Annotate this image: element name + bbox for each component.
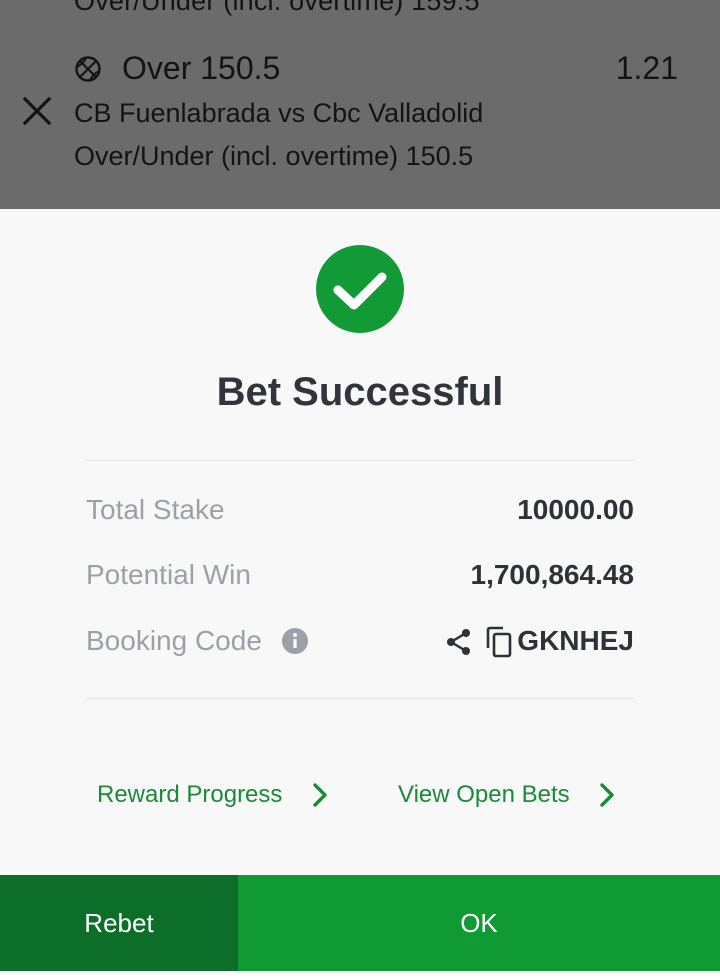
rebet-label: Rebet [84, 907, 154, 938]
chevron-right-icon [600, 783, 614, 807]
potential-win-label: Potential Win [86, 559, 251, 590]
bet-success-sheet: Bet Successful Total Stake 10000.00 Pote… [0, 209, 720, 875]
check-circle-icon [316, 245, 404, 333]
market-name: Over/Under (incl. overtime) 150.5 [74, 141, 474, 171]
close-icon[interactable] [22, 96, 52, 126]
selection-name: Over 150.5 [122, 50, 281, 86]
share-icon[interactable] [444, 627, 474, 657]
bet-success-screen: Over/Under (incl. overtime) 159.5 Over 1… [0, 0, 720, 979]
booking-code-value[interactable]: GKNHEJ [517, 625, 634, 657]
info-icon[interactable] [282, 628, 308, 654]
divider [86, 698, 634, 699]
total-stake-row: Total Stake 10000.00 [86, 494, 634, 534]
previous-market-text: Over/Under (incl. overtime) 159.5 [74, 0, 480, 16]
booking-code-label: Booking Code [86, 625, 262, 656]
selection-row: Over 150.5 1.21 [74, 50, 684, 90]
potential-win-row: Potential Win 1,700,864.48 [86, 559, 634, 599]
copy-icon[interactable] [484, 626, 514, 658]
total-stake-value: 10000.00 [517, 494, 634, 525]
selection-odds: 1.21 [615, 50, 678, 86]
page-title: Bet Successful [216, 370, 504, 414]
reward-progress-label: Reward Progress [97, 781, 283, 808]
ok-button[interactable]: OK [238, 875, 720, 971]
divider [86, 460, 634, 461]
betslip-backdrop: Over/Under (incl. overtime) 159.5 Over 1… [0, 0, 720, 209]
basketball-icon [75, 56, 101, 82]
total-stake-label: Total Stake [86, 494, 225, 525]
rebet-button[interactable]: Rebet [0, 875, 238, 971]
bottom-edge [0, 971, 720, 979]
view-open-bets-label: View Open Bets [398, 781, 570, 808]
booking-code-row: Booking Code GKNHEJ [86, 625, 634, 665]
potential-win-value: 1,700,864.48 [470, 559, 635, 590]
ok-label: OK [460, 907, 498, 938]
match-name: CB Fuenlabrada vs Cbc Valladolid [74, 98, 484, 128]
chevron-right-icon [313, 783, 327, 807]
